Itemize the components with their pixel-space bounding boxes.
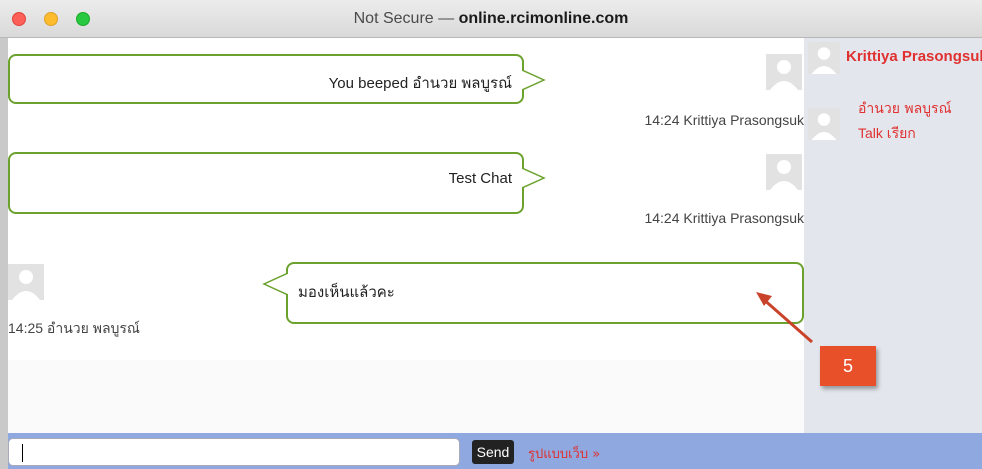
avatar [8,264,44,300]
annotation-badge: 5 [820,346,876,386]
message-input[interactable] [8,438,460,466]
user-silhouette-icon [808,42,840,74]
chat-area: You beeped อำนวย พลบูรณ์ 14:24 Krittiya … [8,38,804,433]
chat-area-lower [8,360,804,433]
bubble-tail [522,167,546,189]
message-text: You beeped อำนวย พลบูรณ์ [328,75,512,92]
user-silhouette-icon [808,108,840,140]
security-status: Not Secure — [353,10,459,27]
composer-bar: Send รูปแบบเว็บ » [8,433,982,469]
message-text: Test Chat [448,170,512,187]
window-titlebar: Not Secure — online.rcimonline.com [0,0,982,38]
window-domain: online.rcimonline.com [458,10,629,27]
message-text: มองเห็นแล้วคะ [298,284,395,301]
text-caret [22,444,23,462]
avatar [766,154,802,190]
window-title: Not Secure — online.rcimonline.com [0,10,982,28]
send-button[interactable]: Send [472,440,514,464]
message-meta: 14:24 Krittiya Prasongsuk [644,112,804,128]
talk-call-link[interactable]: Talk เรียก [858,123,916,145]
message-bubble-incoming: มองเห็นแล้วคะ [262,262,804,324]
user-silhouette-icon [766,54,802,90]
message-bubble-outgoing: Test Chat [8,152,546,214]
web-mode-link[interactable]: รูปแบบเว็บ » [528,443,600,464]
window-frame [0,38,8,469]
self-name: Krittiya Prasongsuk [846,48,982,65]
message-meta: 14:24 Krittiya Prasongsuk [644,210,804,226]
bubble-tail [522,69,546,91]
message-bubble-outgoing: You beeped อำนวย พลบูรณ์ [8,54,546,104]
bubble-tail [262,272,288,296]
self-avatar [808,42,840,74]
message-meta: 14:25 อำนวย พลบูรณ์ [8,320,140,336]
user-avatar[interactable] [808,108,840,140]
online-user-name[interactable]: อำนวย พลบูรณ์ [858,98,952,120]
user-silhouette-icon [766,154,802,190]
avatar [766,54,802,90]
user-silhouette-icon [8,264,44,300]
